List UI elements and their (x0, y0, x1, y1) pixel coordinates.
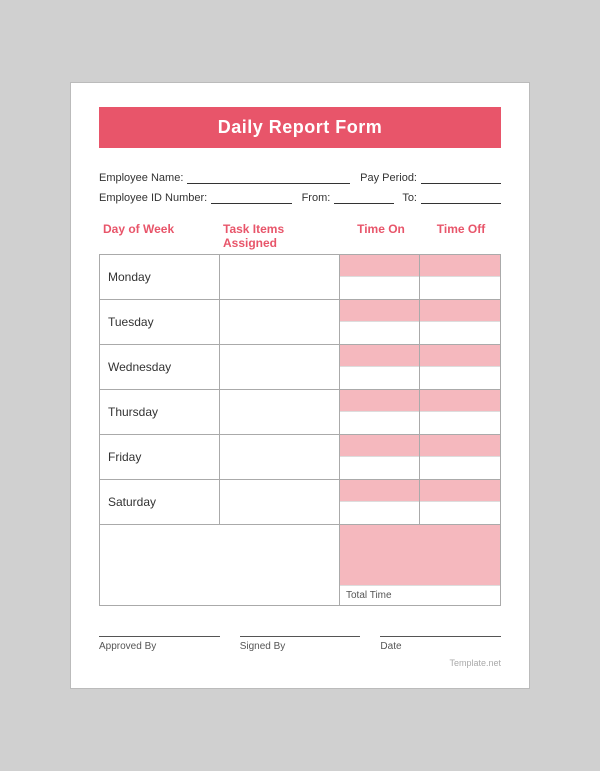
day-tuesday: Tuesday (100, 300, 220, 344)
signed-by-line (240, 636, 361, 637)
timeoff-tuesday[interactable] (420, 300, 500, 344)
task-thursday[interactable] (220, 390, 340, 434)
data-table: Monday Tuesday (99, 254, 501, 525)
day-saturday: Saturday (100, 480, 220, 524)
signed-by-label: Signed By (240, 641, 286, 652)
header-bar: Daily Report Form (99, 107, 501, 148)
approved-by-line (99, 636, 220, 637)
employee-name-row: Employee Name: Pay Period: (99, 170, 501, 184)
total-left-area (100, 525, 340, 605)
to-line[interactable] (421, 190, 501, 204)
task-wednesday[interactable] (220, 345, 340, 389)
timeon-monday[interactable] (340, 255, 420, 299)
timeoff-friday[interactable] (420, 435, 500, 479)
timeon-friday[interactable] (340, 435, 420, 479)
approved-by-label: Approved By (99, 641, 156, 652)
task-saturday[interactable] (220, 480, 340, 524)
employee-name-line[interactable] (187, 170, 350, 184)
timeon-thursday[interactable] (340, 390, 420, 434)
employee-id-row: Employee ID Number: From: To: (99, 190, 501, 204)
total-time-label: Total Time (340, 586, 500, 605)
date-label: Date (380, 641, 401, 652)
table-row: Friday (100, 435, 500, 480)
timeoff-monday[interactable] (420, 255, 500, 299)
page: Daily Report Form Employee Name: Pay Per… (70, 82, 530, 689)
to-label: To: (402, 192, 417, 204)
fields-section: Employee Name: Pay Period: Employee ID N… (99, 170, 501, 204)
day-friday: Friday (100, 435, 220, 479)
timeon-tuesday[interactable] (340, 300, 420, 344)
task-friday[interactable] (220, 435, 340, 479)
employee-id-line[interactable] (211, 190, 291, 204)
employee-id-label: Employee ID Number: (99, 192, 207, 204)
day-wednesday: Wednesday (100, 345, 220, 389)
timeon-wednesday[interactable] (340, 345, 420, 389)
date-field: Date (380, 636, 501, 652)
col-headers: Day of Week Task Items Assigned Time On … (99, 222, 501, 254)
total-section: Total Time (99, 525, 501, 606)
task-tuesday[interactable] (220, 300, 340, 344)
footer-section: Approved By Signed By Date (99, 630, 501, 652)
table-row: Monday (100, 255, 500, 300)
approved-by-field: Approved By (99, 636, 220, 652)
total-time-block: Total Time (340, 525, 500, 605)
pay-period-line[interactable] (421, 170, 501, 184)
watermark: Template.net (99, 658, 501, 668)
from-label: From: (302, 192, 331, 204)
timeon-saturday[interactable] (340, 480, 420, 524)
pay-period-label: Pay Period: (360, 172, 417, 184)
col-header-day: Day of Week (99, 222, 219, 250)
table-row: Saturday (100, 480, 500, 524)
day-thursday: Thursday (100, 390, 220, 434)
day-monday: Monday (100, 255, 220, 299)
table-row: Tuesday (100, 300, 500, 345)
table-row: Wednesday (100, 345, 500, 390)
total-time-pink-area[interactable] (340, 525, 500, 586)
employee-name-label: Employee Name: (99, 172, 183, 184)
col-header-task: Task Items Assigned (219, 222, 341, 250)
from-line[interactable] (334, 190, 394, 204)
page-title: Daily Report Form (119, 117, 481, 138)
col-header-timeon: Time On (341, 222, 421, 250)
signed-by-field: Signed By (240, 636, 361, 652)
timeoff-saturday[interactable] (420, 480, 500, 524)
timeoff-wednesday[interactable] (420, 345, 500, 389)
timeoff-thursday[interactable] (420, 390, 500, 434)
col-header-timeoff: Time Off (421, 222, 501, 250)
task-monday[interactable] (220, 255, 340, 299)
table-row: Thursday (100, 390, 500, 435)
date-line (380, 636, 501, 637)
